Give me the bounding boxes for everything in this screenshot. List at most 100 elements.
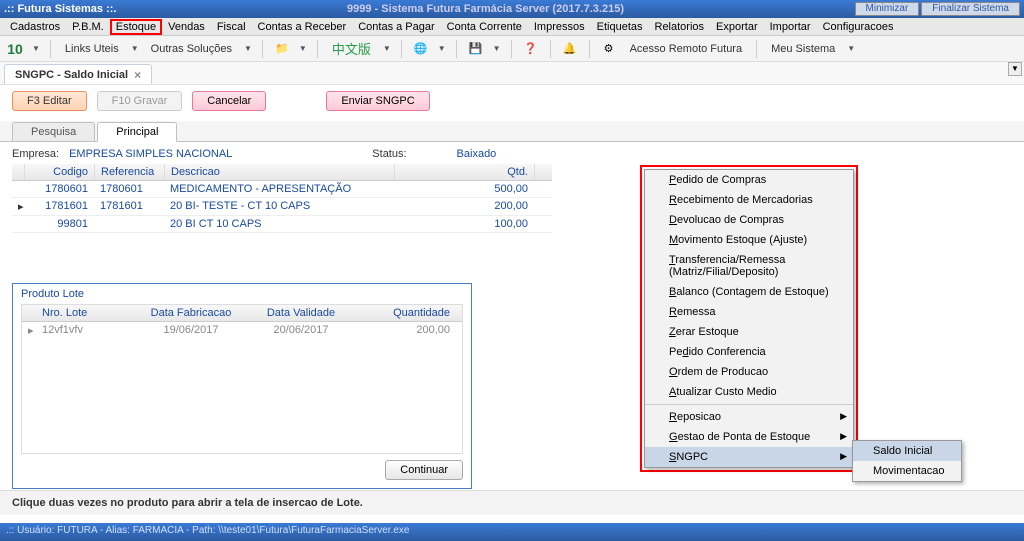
action-bar: F3 Editar F10 Gravar Cancelar Enviar SNG…	[0, 84, 1024, 117]
separator	[589, 40, 590, 58]
menu-item-remessa[interactable]: Remessa	[645, 302, 853, 322]
outras-solucoes[interactable]: Outras Soluções	[147, 43, 236, 55]
dropdown-icon[interactable]: ▼	[493, 44, 501, 53]
status-value: Baixado	[457, 148, 497, 160]
menu-item-zerar-estoque[interactable]: Zerar Estoque	[645, 322, 853, 342]
menu-contas-receber[interactable]: Contas a Receber	[252, 19, 353, 35]
menu-importar[interactable]: Importar	[764, 19, 817, 35]
menu-contas-pagar[interactable]: Contas a Pagar	[352, 19, 440, 35]
estoque-context-menu: Pedido de ComprasRecebimento de Mercador…	[644, 169, 854, 468]
separator	[317, 40, 318, 58]
menu-etiquetas[interactable]: Etiquetas	[591, 19, 649, 35]
dropdown-icon[interactable]: ▼	[32, 44, 40, 53]
col-descricao[interactable]: Descricao	[165, 164, 395, 180]
col-quantidade[interactable]: Quantidade	[356, 305, 456, 321]
folder-icon[interactable]: 📁	[273, 40, 291, 58]
col-data-val[interactable]: Data Validade	[246, 305, 356, 321]
edit-button[interactable]: F3 Editar	[12, 91, 87, 111]
status-label: Status:	[372, 148, 406, 160]
hint-bar: Clique duas vezes no produto para abrir …	[0, 490, 1024, 515]
lote-row[interactable]: ▸ 12vf1vfv 19/06/2017 20/06/2017 200,00	[22, 322, 462, 339]
status-bar: .:: Usuário: FUTURA - Alias: FARMACIA - …	[0, 523, 1024, 541]
menu-pbm[interactable]: P.B.M.	[66, 19, 110, 35]
sngpc-submenu: Saldo InicialMovimentacao	[852, 440, 962, 482]
send-sngpc-button[interactable]: Enviar SNGPC	[326, 91, 429, 111]
document-tabs: SNGPC - Saldo Inicial ×	[0, 62, 1024, 84]
menu-item-movimento-estoque-ajuste-[interactable]: Movimento Estoque (Ajuste)	[645, 230, 853, 250]
menu-item-recebimento-de-mercadorias[interactable]: Recebimento de Mercadorias	[645, 190, 853, 210]
dropdown-icon[interactable]: ▼	[438, 44, 446, 53]
submenu-item-saldo-inicial[interactable]: Saldo Inicial	[853, 441, 961, 461]
menu-configuracoes[interactable]: Configuracoes	[817, 19, 900, 35]
menu-item-transferencia-remessa-matriz-filial-deposito-[interactable]: Transferencia/Remessa (Matriz/Filial/Dep…	[645, 250, 853, 282]
window-titlebar: .:: Futura Sistemas ::. 9999 - Sistema F…	[0, 0, 1024, 18]
dropdown-icon[interactable]: ▼	[383, 44, 391, 53]
menu-item-atualizar-custo-medio[interactable]: Atualizar Custo Medio	[645, 382, 853, 402]
dropdown-icon[interactable]: ▼	[244, 44, 252, 53]
dropdown-icon[interactable]: ▼	[299, 44, 307, 53]
close-button[interactable]: Finalizar Sistema	[921, 2, 1020, 16]
main-menubar: Cadastros P.B.M. Estoque Vendas Fiscal C…	[0, 18, 1024, 36]
menu-item-balanco-contagem-de-estoque-[interactable]: Balanco (Contagem de Estoque)	[645, 282, 853, 302]
warning-icon[interactable]: 🔔	[561, 40, 579, 58]
lote-title: Produto Lote	[21, 288, 463, 300]
menu-estoque[interactable]: Estoque	[110, 19, 162, 35]
sub-tabs: Pesquisa Principal	[0, 121, 1024, 142]
empresa-value: EMPRESA SIMPLES NACIONAL	[69, 148, 232, 160]
col-qtd[interactable]: Qtd.	[395, 164, 535, 180]
col-nro-lote[interactable]: Nro. Lote	[36, 305, 136, 321]
acesso-remoto[interactable]: Acesso Remoto Futura	[626, 43, 747, 55]
separator	[550, 40, 551, 58]
menu-item-devolucao-de-compras[interactable]: Devolucao de Compras	[645, 210, 853, 230]
empresa-label: Empresa:	[12, 148, 59, 160]
menu-item-sngpc[interactable]: SNGPC▶	[645, 447, 853, 467]
menu-fiscal[interactable]: Fiscal	[211, 19, 252, 35]
save-icon[interactable]: 💾	[467, 40, 485, 58]
meu-sistema[interactable]: Meu Sistema	[767, 43, 839, 55]
settings-icon[interactable]: ⚙	[600, 40, 618, 58]
cancel-button[interactable]: Cancelar	[192, 91, 266, 111]
tab-close-icon[interactable]: ×	[134, 68, 141, 82]
menu-conta-corrente[interactable]: Conta Corrente	[441, 19, 528, 35]
menu-relatorios[interactable]: Relatorios	[649, 19, 711, 35]
table-row[interactable]: ▸ 1781601 1781601 20 BI- TESTE - CT 10 C…	[12, 198, 552, 216]
menu-impressos[interactable]: Impressos	[528, 19, 591, 35]
app-title: .:: Futura Sistemas ::.	[4, 3, 116, 15]
ten-icon[interactable]: 10	[6, 40, 24, 58]
col-data-fab[interactable]: Data Fabricacao	[136, 305, 246, 321]
submenu-item-movimentacao[interactable]: Movimentacao	[853, 461, 961, 481]
dropdown-icon[interactable]: ▼	[847, 44, 855, 53]
continuar-button[interactable]: Continuar	[385, 460, 463, 480]
menu-item-gestao-de-ponta-de-estoque[interactable]: Gestao de Ponta de Estoque▶	[645, 427, 853, 447]
minimize-button[interactable]: Minimizar	[855, 2, 920, 16]
separator	[50, 40, 51, 58]
chinese-link[interactable]: 中文版	[328, 39, 375, 58]
menu-vendas[interactable]: Vendas	[162, 19, 211, 35]
menu-item-pedido-conferencia[interactable]: Pedido Conferencia	[645, 342, 853, 362]
menu-item-reposicao[interactable]: Reposicao▶	[645, 404, 853, 427]
globe-icon[interactable]: 🌐	[412, 40, 430, 58]
menu-item-ordem-de-producao[interactable]: Ordem de Producao	[645, 362, 853, 382]
subtab-principal[interactable]: Principal	[97, 122, 177, 142]
separator	[756, 40, 757, 58]
menu-exportar[interactable]: Exportar	[710, 19, 764, 35]
dropdown-icon[interactable]: ▼	[131, 44, 139, 53]
save-button[interactable]: F10 Gravar	[97, 91, 183, 111]
menu-cadastros[interactable]: Cadastros	[4, 19, 66, 35]
estoque-menu-highlight: Pedido de ComprasRecebimento de Mercador…	[640, 165, 858, 472]
table-row[interactable]: 1780601 1780601 MEDICAMENTO - APRESENTAÇ…	[12, 181, 552, 198]
window-buttons: Minimizar Finalizar Sistema	[855, 2, 1020, 16]
menu-item-pedido-de-compras[interactable]: Pedido de Compras	[645, 170, 853, 190]
tabs-overflow-icon[interactable]: ▼	[1008, 62, 1022, 76]
tab-sngpc-saldo[interactable]: SNGPC - Saldo Inicial ×	[4, 64, 152, 84]
links-uteis[interactable]: Links Uteis	[61, 43, 123, 55]
col-referencia[interactable]: Referencia	[95, 164, 165, 180]
produto-lote-panel: Produto Lote Nro. Lote Data Fabricacao D…	[12, 283, 472, 489]
separator	[511, 40, 512, 58]
separator	[456, 40, 457, 58]
help-icon[interactable]: ❓	[522, 40, 540, 58]
col-codigo[interactable]: Codigo	[25, 164, 95, 180]
table-row[interactable]: 99801 20 BI CT 10 CAPS 100,00	[12, 216, 552, 233]
subtab-pesquisa[interactable]: Pesquisa	[12, 122, 95, 142]
lote-grid: Nro. Lote Data Fabricacao Data Validade …	[21, 304, 463, 454]
